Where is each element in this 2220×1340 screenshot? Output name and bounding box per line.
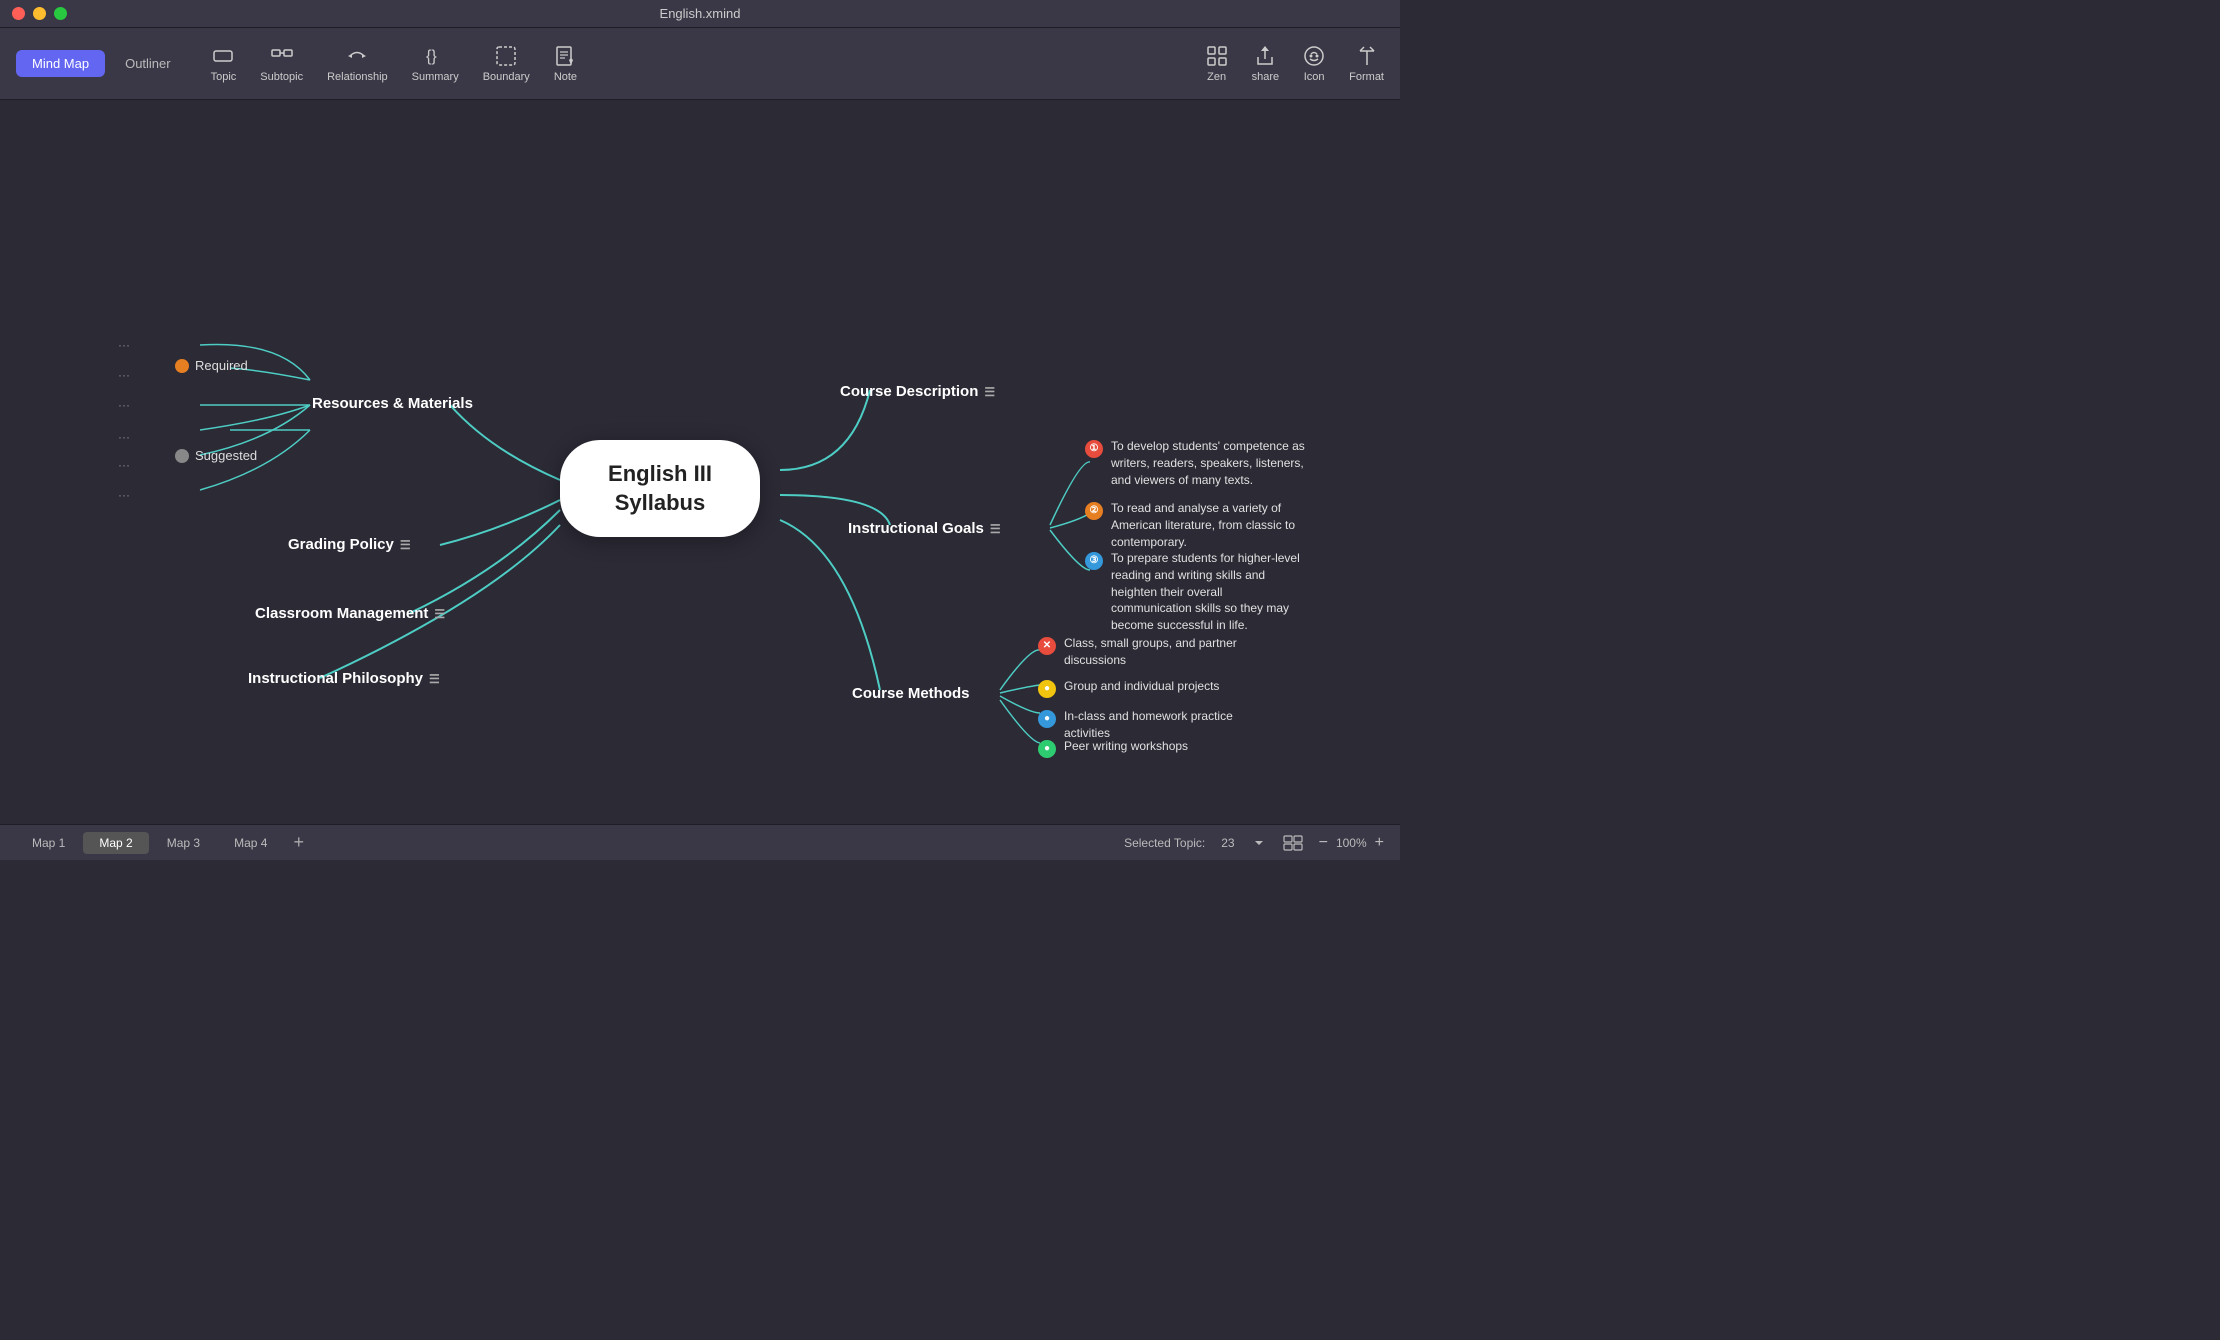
topic-tool[interactable]: Topic: [211, 45, 237, 83]
icon-tool[interactable]: Icon: [1303, 45, 1325, 83]
zoom-out-button[interactable]: −: [1319, 834, 1328, 852]
window-controls: [12, 7, 67, 20]
map-tab-1[interactable]: Map 1: [16, 832, 81, 854]
required-item[interactable]: Required: [175, 358, 248, 373]
subtopic-tool[interactable]: Subtopic: [260, 45, 303, 83]
format-tool[interactable]: Format: [1349, 45, 1384, 83]
format-icon: [1356, 45, 1378, 67]
cm-icon-4: ●: [1038, 740, 1056, 758]
dots-suggested-group5: ···: [118, 488, 130, 502]
svg-text:{}: {}: [426, 48, 437, 65]
mindmap-canvas[interactable]: English III Syllabus ··· ··· ··· ··· ···…: [0, 100, 1400, 824]
instructional-note-icon: ☰: [429, 672, 440, 686]
relationship-icon: [346, 45, 368, 67]
chevron-down-icon[interactable]: [1251, 835, 1267, 851]
summary-tool[interactable]: {} Summary: [412, 45, 459, 83]
required-dot: [175, 359, 189, 373]
dots-suggested-group1: ···: [118, 368, 130, 382]
toolbar-right: Zen share Icon Forma: [1206, 45, 1384, 83]
window-title: English.xmind: [660, 6, 741, 21]
dots-required-group: ···: [118, 338, 130, 352]
instructional-goals-branch[interactable]: Instructional Goals ☰: [848, 520, 1001, 537]
ig-icon-3: ③: [1085, 552, 1103, 570]
summary-icon: {}: [424, 45, 446, 67]
classroom-note-icon: ☰: [434, 607, 445, 621]
cm-item-1[interactable]: ✕ Class, small groups, and partner discu…: [1038, 635, 1258, 669]
view-tabs: Mind Map Outliner: [16, 50, 187, 77]
statusbar: Map 1 Map 2 Map 3 Map 4 + Selected Topic…: [0, 824, 1400, 860]
map-view-icon[interactable]: [1283, 835, 1303, 851]
instructional-branch[interactable]: Instructional Philosophy ☰: [248, 670, 440, 687]
dots-suggested-group3: ···: [118, 430, 130, 444]
dots-suggested-group2: ···: [118, 398, 130, 412]
map-tab-3[interactable]: Map 3: [151, 832, 216, 854]
dots-suggested-group4: ···: [118, 458, 130, 472]
zoom-controls: − 100% +: [1319, 834, 1384, 852]
suggested-item[interactable]: Suggested: [175, 448, 257, 463]
course-description-branch[interactable]: Course Description ☰: [840, 383, 995, 400]
ig-note-icon: ☰: [990, 522, 1001, 536]
ig-icon-2: ②: [1085, 502, 1103, 520]
selected-count: 23: [1221, 836, 1234, 850]
titlebar: English.xmind: [0, 0, 1400, 28]
map-tab-4[interactable]: Map 4: [218, 832, 283, 854]
toolbar: Mind Map Outliner Topic Subtopic Relatio…: [0, 28, 1400, 100]
topic-icon: [212, 45, 234, 67]
cm-item-3[interactable]: ● In-class and homework practice activit…: [1038, 708, 1258, 742]
classroom-branch[interactable]: Classroom Management ☰: [255, 605, 445, 622]
note-icon: [554, 45, 576, 67]
mindmap-tab[interactable]: Mind Map: [16, 50, 105, 77]
zoom-level: 100%: [1336, 836, 1367, 850]
share-tool[interactable]: share: [1252, 45, 1280, 83]
ig-icon-1: ①: [1085, 440, 1103, 458]
cm-icon-1: ✕: [1038, 637, 1056, 655]
outliner-tab[interactable]: Outliner: [109, 50, 187, 77]
close-button[interactable]: [12, 7, 25, 20]
selected-topic-label: Selected Topic:: [1124, 836, 1205, 850]
grading-note-icon: ☰: [400, 538, 411, 552]
course-methods-branch[interactable]: Course Methods: [852, 685, 970, 702]
note-tool[interactable]: Note: [554, 45, 577, 83]
map-tab-2[interactable]: Map 2: [83, 832, 148, 854]
central-node[interactable]: English III Syllabus: [560, 440, 760, 537]
boundary-tool[interactable]: Boundary: [483, 45, 530, 83]
zen-tool[interactable]: Zen: [1206, 45, 1228, 83]
share-icon: [1254, 45, 1276, 67]
maximize-button[interactable]: [54, 7, 67, 20]
cm-icon-2: ●: [1038, 680, 1056, 698]
minimize-button[interactable]: [33, 7, 46, 20]
add-map-button[interactable]: +: [285, 832, 312, 853]
boundary-icon: [495, 45, 517, 67]
toolbar-tools: Topic Subtopic Relationship {} Summary: [211, 45, 1206, 83]
status-right: Selected Topic: 23 − 100% +: [1124, 834, 1384, 852]
ig-item-2[interactable]: ② To read and analyse a variety of Ameri…: [1085, 500, 1305, 550]
ig-item-1[interactable]: ① To develop students' competence as wri…: [1085, 438, 1305, 488]
course-desc-note-icon: ☰: [984, 385, 995, 399]
suggested-dot: [175, 449, 189, 463]
grading-branch[interactable]: Grading Policy ☰: [288, 536, 411, 553]
cm-item-4[interactable]: ● Peer writing workshops: [1038, 738, 1188, 758]
zen-icon: [1206, 45, 1228, 67]
ig-item-3[interactable]: ③ To prepare students for higher-level r…: [1085, 550, 1305, 634]
cm-icon-3: ●: [1038, 710, 1056, 728]
subtopic-icon: [271, 45, 293, 67]
icon-icon: [1303, 45, 1325, 67]
cm-item-2[interactable]: ● Group and individual projects: [1038, 678, 1219, 698]
zoom-in-button[interactable]: +: [1375, 834, 1384, 852]
resources-branch[interactable]: Resources & Materials: [312, 395, 473, 412]
relationship-tool[interactable]: Relationship: [327, 45, 388, 83]
map-tabs: Map 1 Map 2 Map 3 Map 4 +: [16, 832, 312, 854]
